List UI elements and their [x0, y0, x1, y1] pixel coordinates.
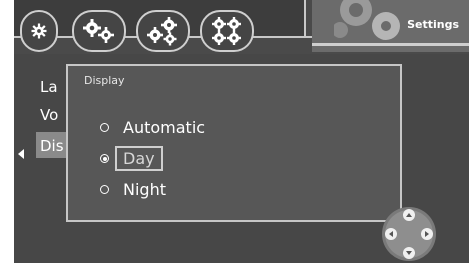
settings-underline: [312, 43, 469, 46]
radio-day-dot: [102, 156, 107, 161]
top-bar: Settings: [14, 0, 469, 54]
four-gears-icon: [212, 17, 241, 45]
tab-two-gears[interactable]: [72, 10, 126, 52]
option-day[interactable]: Day: [100, 146, 163, 171]
radio-day[interactable]: [100, 154, 109, 163]
panel-title: Display: [84, 74, 125, 87]
option-night-label: Night: [123, 180, 166, 199]
left-nav-arrow-icon[interactable]: [385, 228, 397, 240]
menu-item-display[interactable]: Dis: [40, 137, 64, 155]
settings-gears-icon: [334, 0, 400, 40]
gear-icon: [31, 23, 47, 39]
settings-title: Settings: [407, 18, 459, 31]
option-night[interactable]: Night: [100, 180, 166, 199]
settings-content: La Vo Dis Display Automatic Day Night: [14, 54, 469, 263]
navigation-pad[interactable]: [378, 204, 440, 262]
menu-item-volume[interactable]: Vo: [40, 106, 58, 124]
down-arrow-icon[interactable]: [403, 247, 415, 259]
two-gears-icon: [83, 19, 114, 43]
radio-automatic[interactable]: [100, 123, 109, 132]
tab-three-gears[interactable]: [136, 10, 190, 52]
left-arrow-icon[interactable]: [18, 149, 24, 159]
display-panel: Display Automatic Day Night: [66, 64, 402, 222]
three-gears-icon: [147, 17, 177, 46]
settings-header: Settings: [312, 0, 469, 52]
option-automatic-label: Automatic: [123, 118, 206, 137]
radio-night[interactable]: [100, 185, 109, 194]
device-screen: Settings La Vo Dis Display Automatic Day…: [14, 0, 469, 263]
tab-single-gear[interactable]: [20, 10, 58, 52]
option-day-label: Day: [115, 146, 163, 171]
right-nav-arrow-icon[interactable]: [421, 228, 433, 240]
menu-item-language[interactable]: La: [40, 78, 58, 96]
up-arrow-icon[interactable]: [403, 209, 415, 221]
tab-four-gears[interactable]: [200, 10, 254, 52]
option-automatic[interactable]: Automatic: [100, 118, 205, 137]
